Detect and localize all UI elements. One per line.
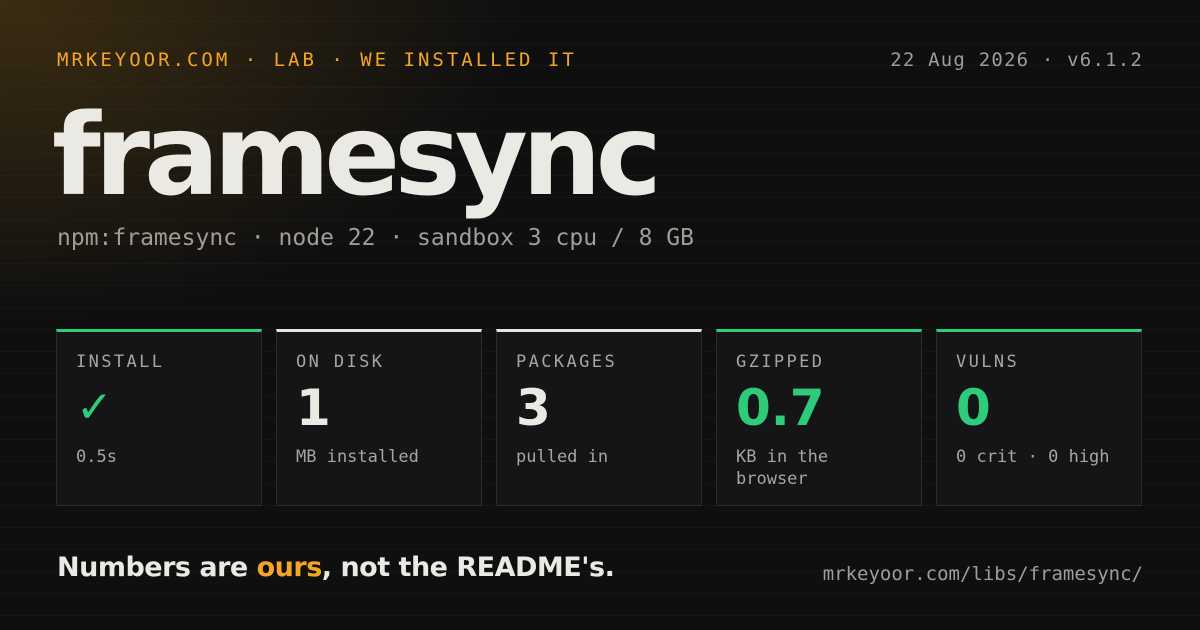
stat-sub: 0.5s xyxy=(76,447,117,467)
stat-card-install: INSTALL ✓ 0.5s xyxy=(56,329,262,506)
tagline-accent: ours xyxy=(256,552,323,583)
stat-card-on-disk: ON DISK 1 MB installed xyxy=(276,329,482,506)
footer-url: mrkeyoor.com/libs/framesync/ xyxy=(822,563,1143,585)
date-version: 22 Aug 2026 · v6.1.2 xyxy=(890,49,1143,71)
site-breadcrumb: MRKEYOOR.COM · LAB · WE INSTALLED IT xyxy=(57,49,577,71)
stat-sub: KB in the browser xyxy=(736,447,829,489)
footer-tagline: Numbers are ours, not the README's. xyxy=(57,552,615,583)
stat-card-gzipped: GZIPPED 0.7 KB in the browser xyxy=(716,329,922,506)
tagline-text: Numbers are xyxy=(57,552,257,583)
stat-label: INSTALL xyxy=(76,352,165,372)
stat-label: PACKAGES xyxy=(516,352,618,372)
stat-sub: pulled in xyxy=(516,447,609,467)
stat-value: 0.7 xyxy=(736,379,825,437)
stat-value: 3 xyxy=(516,379,551,437)
stat-label: ON DISK xyxy=(296,352,385,372)
stat-sub: 0 crit · 0 high xyxy=(956,447,1110,467)
stat-card-packages: PACKAGES 3 pulled in xyxy=(496,329,702,506)
stat-label: VULNS xyxy=(956,352,1020,372)
stats-row: INSTALL ✓ 0.5s ON DISK 1 MB installed PA… xyxy=(56,329,1142,506)
check-icon: ✓ xyxy=(76,382,113,433)
stat-card-vulns: VULNS 0 0 crit · 0 high xyxy=(936,329,1142,506)
stat-sub: MB installed xyxy=(296,447,419,467)
stat-label: GZIPPED xyxy=(736,352,825,372)
og-card: MRKEYOOR.COM · LAB · WE INSTALLED IT 22 … xyxy=(0,0,1200,630)
environment-line: npm:framesync · node 22 · sandbox 3 cpu … xyxy=(57,225,694,251)
tagline-text: , not the README's. xyxy=(321,552,615,583)
stat-value: 1 xyxy=(296,379,331,437)
stat-value: 0 xyxy=(956,379,991,437)
package-title: framesync xyxy=(52,91,662,221)
